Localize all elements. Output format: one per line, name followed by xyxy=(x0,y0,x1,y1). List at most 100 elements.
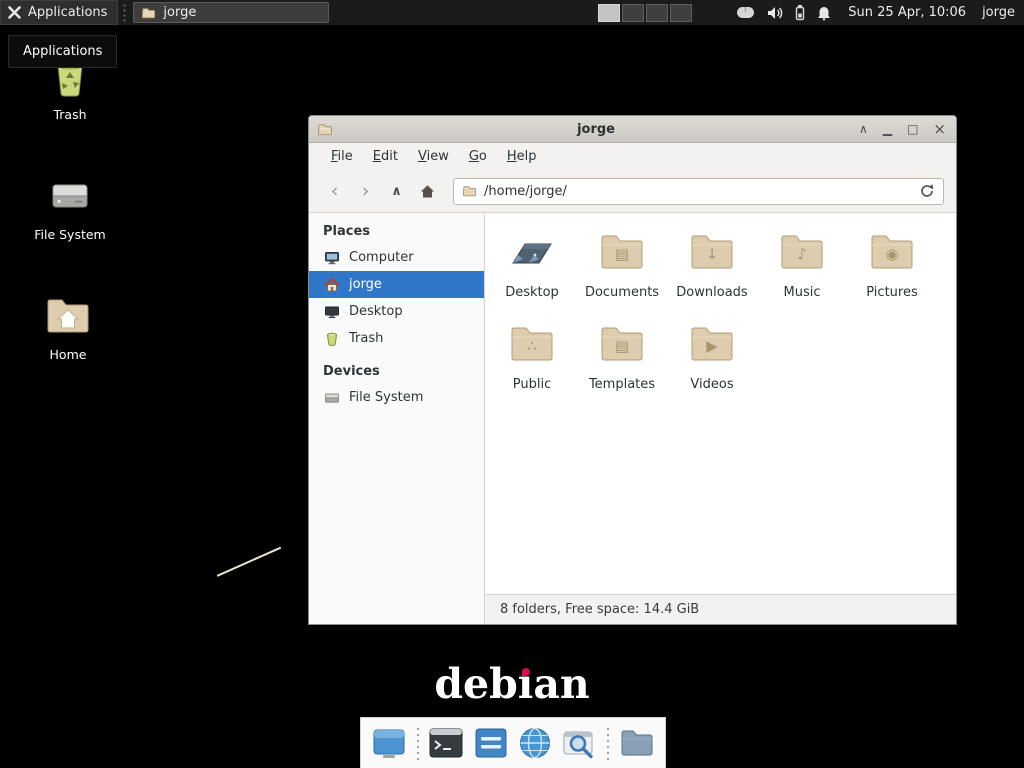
taskbar-window-button[interactable]: jorge xyxy=(133,2,329,23)
taskbar-window-label: jorge xyxy=(163,5,196,20)
location-bar[interactable]: /home/jorge/ xyxy=(453,178,944,205)
maximize-button[interactable]: □ xyxy=(907,123,918,135)
file-manager-launcher[interactable] xyxy=(471,722,510,764)
window-titlebar[interactable]: jorge ∧ ▁ □ × xyxy=(309,116,956,143)
dock-separator xyxy=(605,726,611,760)
computer-icon xyxy=(324,250,340,266)
applications-icon xyxy=(7,5,22,20)
folder-icon xyxy=(688,228,736,276)
status-bar: 8 folders, Free space: 14.4 GiB xyxy=(485,594,956,624)
mouse-icon[interactable] xyxy=(736,6,755,19)
clock[interactable]: Sun 25 Apr, 10:06 xyxy=(848,5,966,20)
workspace-4[interactable] xyxy=(670,4,692,22)
top-panel: Applications jorge xyxy=(0,0,1024,25)
sidebar-item-jorge[interactable]: jorge xyxy=(309,271,484,298)
desktop-icon-file-system[interactable]: File System xyxy=(26,172,114,242)
workspace-3[interactable] xyxy=(646,4,668,22)
notifications-bell-icon[interactable] xyxy=(816,5,832,21)
menu-help[interactable]: Help xyxy=(497,144,547,169)
volume-icon[interactable] xyxy=(766,5,784,21)
menu-view[interactable]: View xyxy=(408,144,459,169)
sidebar-item-label: Trash xyxy=(349,331,383,346)
battery-icon[interactable] xyxy=(795,4,805,21)
terminal-launcher[interactable] xyxy=(427,722,466,764)
back-button[interactable]: ‹ xyxy=(321,178,348,205)
file-documents[interactable]: ▤ Documents xyxy=(577,228,667,300)
folder-icon xyxy=(868,228,916,276)
workspace-1[interactable] xyxy=(598,4,620,22)
menu-file[interactable]: File xyxy=(321,144,363,169)
file-view-pane: Desktop ▤ Documents ↓ xyxy=(485,213,956,624)
file-manager-icon xyxy=(472,724,510,762)
debian-logo: debıan xyxy=(0,660,1024,708)
desktop-icon-label: Trash xyxy=(53,107,86,122)
menu-go[interactable]: Go xyxy=(459,144,497,169)
file-name: Desktop xyxy=(505,285,559,300)
workspace-2[interactable] xyxy=(622,4,644,22)
desktop-icon-home[interactable]: Home xyxy=(24,292,112,362)
window-folder-icon xyxy=(317,122,333,137)
file-public[interactable]: ∴ Public xyxy=(487,320,577,392)
sidebar: Places Computer jorge Desktop Trash xyxy=(309,213,485,624)
sidebar-item-label: File System xyxy=(349,390,423,405)
folder-icon xyxy=(598,228,646,276)
sidebar-item-trash[interactable]: Trash xyxy=(309,325,484,352)
app-finder-icon xyxy=(561,724,599,762)
globe-icon xyxy=(516,724,554,762)
folder-icon xyxy=(598,320,646,368)
file-downloads[interactable]: ↓ Downloads xyxy=(667,228,757,300)
file-name: Documents xyxy=(585,285,659,300)
dock-separator xyxy=(415,726,421,760)
terminal-icon xyxy=(427,724,465,762)
applications-label: Applications xyxy=(28,5,107,20)
sidebar-item-label: Computer xyxy=(349,250,414,265)
file-pictures[interactable]: ◉ Pictures xyxy=(847,228,937,300)
toolbar: ‹ › ∧ /home/jorge/ xyxy=(309,170,956,213)
web-browser-launcher[interactable] xyxy=(516,722,555,764)
tooltip-text: Applications xyxy=(23,44,102,59)
file-music[interactable]: ♪ Music xyxy=(757,228,847,300)
devices-header: Devices xyxy=(309,358,484,384)
sidebar-item-label: Desktop xyxy=(349,304,403,319)
places-header: Places xyxy=(309,218,484,244)
home-icon xyxy=(324,277,340,293)
show-desktop-button[interactable] xyxy=(370,722,409,764)
file-templates[interactable]: ▤ Templates xyxy=(577,320,667,392)
file-name: Music xyxy=(784,285,821,300)
folder-icon xyxy=(688,320,736,368)
window-title: jorge xyxy=(333,122,859,137)
menu-edit[interactable]: Edit xyxy=(363,144,408,169)
shade-button[interactable]: ∧ xyxy=(859,123,868,135)
close-button[interactable]: × xyxy=(933,122,946,137)
file-name: Videos xyxy=(690,377,733,392)
path-folder-icon xyxy=(462,184,477,198)
desktop: Applications jorge xyxy=(0,0,1024,768)
desktop-icon-label: Home xyxy=(50,347,87,362)
file-desktop[interactable]: Desktop xyxy=(487,228,577,300)
panel-user-label[interactable]: jorge xyxy=(982,5,1015,20)
forward-icon: › xyxy=(362,182,370,201)
up-button[interactable]: ∧ xyxy=(383,178,410,205)
drive-icon xyxy=(46,172,94,220)
applications-menu-button[interactable]: Applications xyxy=(0,0,118,25)
reload-icon[interactable] xyxy=(919,183,935,199)
file-videos[interactable]: ▶ Videos xyxy=(667,320,757,392)
window-body: Places Computer jorge Desktop Trash xyxy=(309,213,956,624)
sidebar-item-computer[interactable]: Computer xyxy=(309,244,484,271)
back-icon: ‹ xyxy=(331,182,339,201)
directory-menu-button[interactable] xyxy=(617,722,656,764)
sidebar-item-desktop[interactable]: Desktop xyxy=(309,298,484,325)
file-manager-window: jorge ∧ ▁ □ × File Edit View Go Help ‹ ›… xyxy=(308,115,957,625)
current-path[interactable]: /home/jorge/ xyxy=(484,184,912,199)
show-desktop-icon xyxy=(370,724,408,762)
application-finder-launcher[interactable] xyxy=(561,722,600,764)
folder-icon xyxy=(141,6,156,20)
sidebar-item-file-system[interactable]: File System xyxy=(309,384,484,411)
user-desktop-icon xyxy=(508,228,556,276)
home-button[interactable] xyxy=(414,178,441,205)
minimize-button[interactable]: ▁ xyxy=(883,123,892,135)
forward-button[interactable]: › xyxy=(352,178,379,205)
folder-icon xyxy=(778,228,826,276)
file-grid: Desktop ▤ Documents ↓ xyxy=(485,213,956,594)
workspace-switcher[interactable] xyxy=(598,4,692,22)
